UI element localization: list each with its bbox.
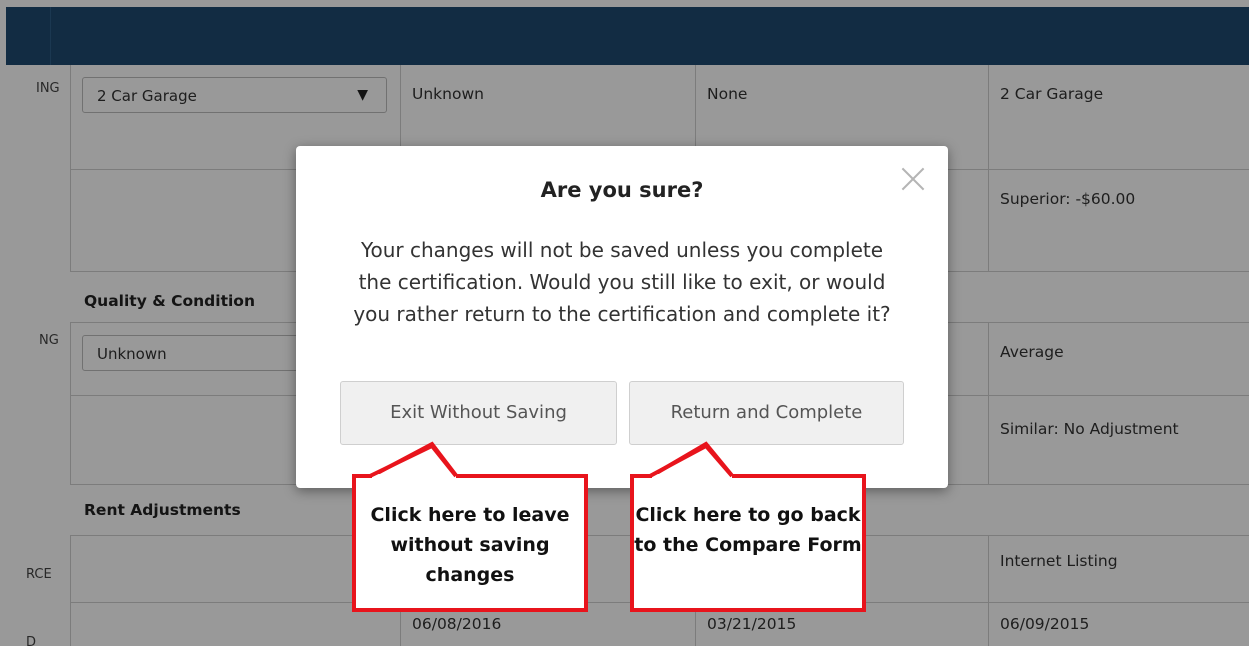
exit-without-saving-button[interactable]: Exit Without Saving (340, 381, 617, 445)
dialog-title: Are you sure? (540, 178, 704, 202)
callout-exit: Click here to leave without saving chang… (352, 474, 588, 612)
callout-return: Click here to go back to the Compare For… (630, 474, 866, 612)
dialog-message: Your changes will not be saved unless yo… (353, 238, 891, 326)
confirm-exit-dialog: Are you sure? Your changes will not be s… (296, 146, 948, 488)
return-and-complete-button[interactable]: Return and Complete (629, 381, 904, 445)
